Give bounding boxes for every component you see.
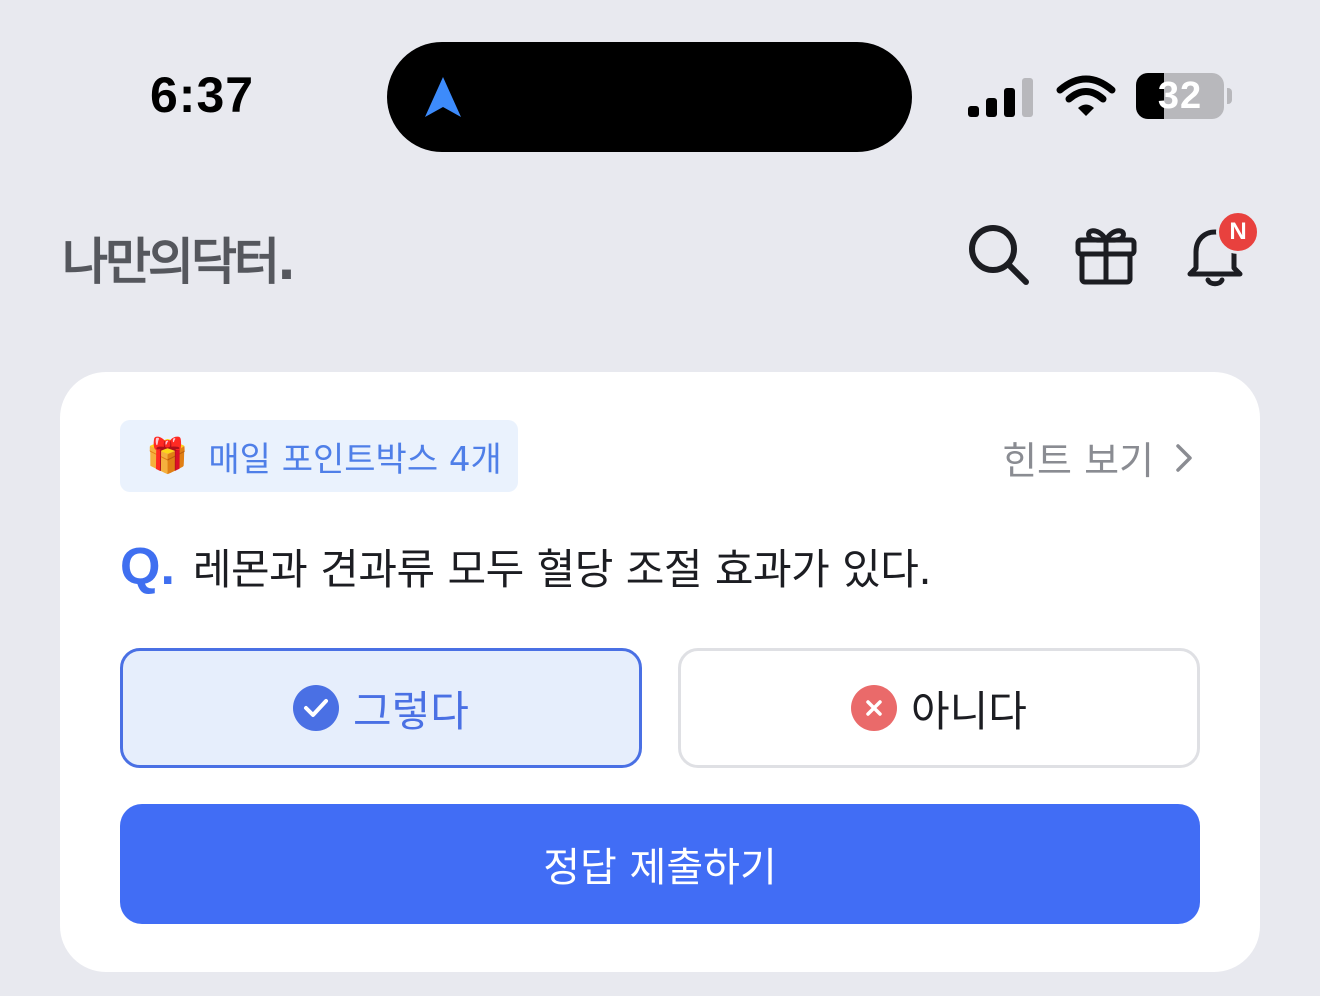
answer-no-label: 아니다 [911,686,1027,736]
app-screen: 6:37 32 나만의닥터. N 🎁 매일 포인트박스 4개 힌트 보기 Q. … [0,0,1320,996]
status-time: 6:37 [150,67,255,123]
x-circle-icon [851,685,898,731]
answer-yes-label: 그렇다 [353,686,469,736]
notification-badge: N [1216,210,1260,254]
chevron-right-icon [1176,443,1192,472]
submit-answer-button[interactable]: 정답 제출하기 [120,804,1200,924]
gift-icon[interactable] [1074,222,1138,286]
check-circle-icon [293,685,340,731]
question-row: Q. 레몬과 견과류 모두 혈당 조절 효과가 있다. [120,536,932,597]
gift-box-icon: 🎁 [146,436,189,476]
app-logo[interactable]: 나만의닥터. [62,222,296,294]
answer-no-button[interactable]: 아니다 [678,648,1200,768]
question-marker: Q. [120,538,175,596]
pointbox-label: 매일 포인트박스 4개 [208,439,502,480]
question-text: 레몬과 견과류 모두 혈당 조절 효과가 있다. [192,545,932,594]
dynamic-island [387,42,912,152]
wifi-icon [1056,75,1116,116]
hint-label: 힌트 보기 [1002,439,1154,483]
hint-link[interactable]: 힌트 보기 [1002,430,1194,485]
location-arrow-icon [425,77,461,117]
battery-icon: 32 [1136,73,1232,121]
daily-pointbox-chip[interactable]: 🎁 매일 포인트박스 4개 [120,420,518,492]
quiz-card: 🎁 매일 포인트박스 4개 힌트 보기 Q. 레몬과 견과류 모두 혈당 조절 … [60,372,1260,972]
cellular-signal-icon [968,78,1033,117]
battery-percent: 32 [1157,75,1203,117]
answer-yes-button[interactable]: 그렇다 [120,648,642,768]
search-icon[interactable] [966,222,1032,288]
